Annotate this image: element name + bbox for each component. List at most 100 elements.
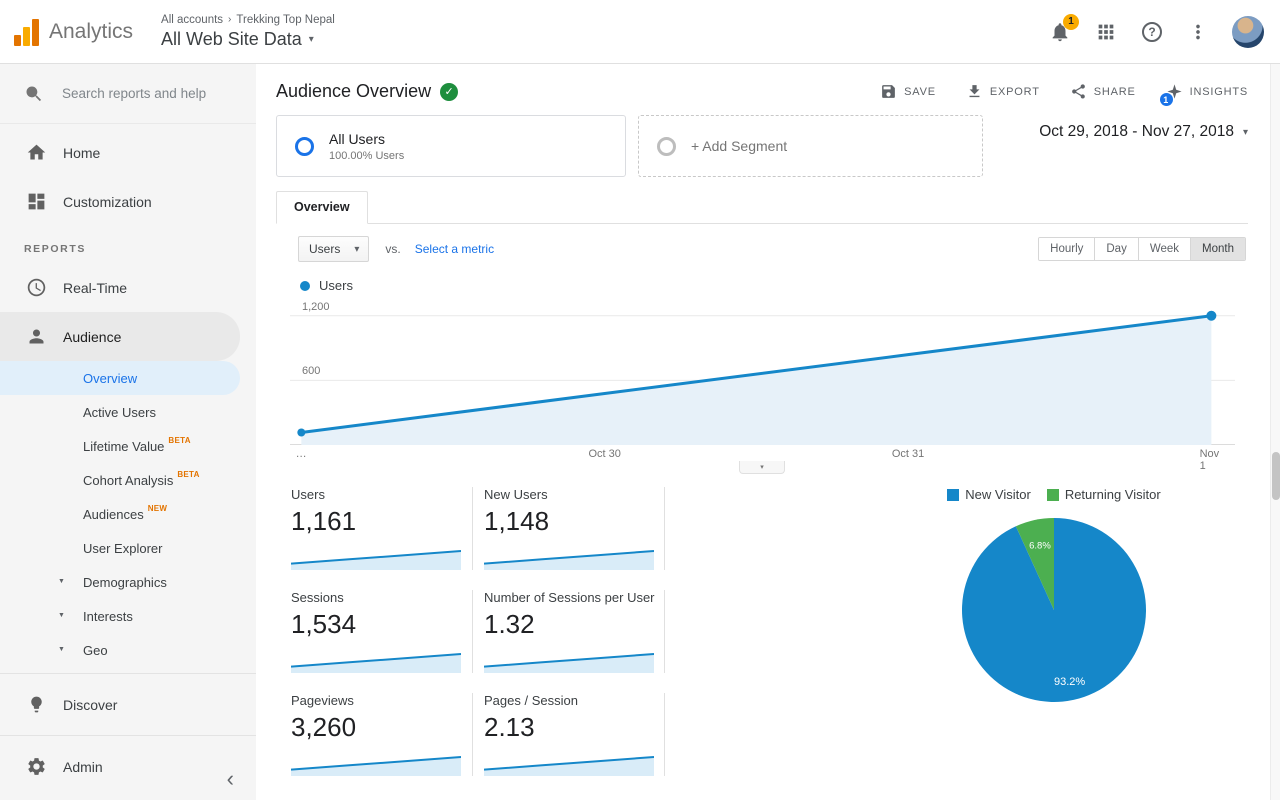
metric-card-users[interactable]: Users 1,161 <box>291 487 472 570</box>
legend-square-icon <box>947 488 960 501</box>
sidebar-divider <box>0 735 256 736</box>
insights-sparkle-icon: 1 <box>1159 83 1183 106</box>
report-tabbar: Overview <box>276 191 1248 224</box>
pie-legend: New Visitor Returning Visitor <box>947 487 1161 502</box>
analytics-logo-icon[interactable] <box>14 18 39 46</box>
sidebar-search[interactable] <box>0 64 256 124</box>
expand-arrow-icon: ▼ <box>58 612 65 619</box>
share-icon <box>1070 83 1087 100</box>
sidebar-item-discover[interactable]: Discover <box>0 680 256 729</box>
export-button[interactable]: EXPORT <box>966 83 1040 100</box>
metric-card-pages-per-session[interactable]: Pages / Session 2.13 <box>473 693 664 776</box>
sidebar-item-customization[interactable]: Customization <box>0 177 256 226</box>
sidebar-item-demographics[interactable]: ▼ Demographics <box>0 565 256 599</box>
scrollbar-thumb[interactable] <box>1272 452 1280 500</box>
main-content: Audience Overview ✓ SAVE EXPORT SHARE 1 <box>256 64 1270 800</box>
tab-overview[interactable]: Overview <box>276 191 368 224</box>
sidebar-item-overview[interactable]: Overview <box>0 361 240 395</box>
beta-badge: BETA <box>177 470 200 479</box>
metric-card-pageviews[interactable]: Pageviews 3,260 <box>291 693 472 776</box>
scrollbar-track[interactable] <box>1270 64 1280 800</box>
help-icon[interactable]: ? <box>1140 20 1164 44</box>
download-icon <box>966 83 983 100</box>
expand-arrow-icon: ▼ <box>58 646 65 653</box>
new-badge: NEW <box>147 504 168 513</box>
date-range-picker[interactable]: Oct 29, 2018 - Nov 27, 2018 ▾ <box>1039 115 1248 141</box>
sidebar-item-user-explorer[interactable]: User Explorer <box>0 531 256 565</box>
metric-sparkline <box>291 756 461 776</box>
granularity-week-button[interactable]: Week <box>1137 238 1191 260</box>
svg-text:6.8%: 6.8% <box>1029 540 1051 551</box>
sidebar-item-audiences[interactable]: Audiences NEW <box>0 497 256 531</box>
visitor-pie-chart[interactable]: 93.2% 6.8% <box>959 515 1149 705</box>
insights-badge: 1 <box>1159 93 1173 106</box>
segment-all-users[interactable]: All Users 100.00% Users <box>276 115 626 177</box>
users-line-chart[interactable]: 1,200 600 <box>290 301 1235 445</box>
insights-button[interactable]: 1 INSIGHTS <box>1159 83 1248 106</box>
metric-card-sessions-per-user[interactable]: Number of Sessions per User 1.32 <box>473 590 664 673</box>
page-title: Audience Overview ✓ <box>276 81 459 102</box>
sidebar-item-geo[interactable]: ▼ Geo <box>0 633 256 667</box>
x-axis-labels: … Oct 30 Oct 31 Nov 1 <box>290 448 1235 472</box>
x-axis-tick: … <box>295 448 307 460</box>
caret-down-icon: ▾ <box>354 243 360 255</box>
sidebar-item-active-users[interactable]: Active Users <box>0 395 256 429</box>
granularity-group: Hourly Day Week Month <box>1038 237 1246 261</box>
customization-icon <box>26 191 47 212</box>
metric-dropdown[interactable]: Users ▾ <box>298 236 370 262</box>
sidebar-item-interests[interactable]: ▼ Interests <box>0 599 256 633</box>
vs-label: vs. <box>385 242 401 256</box>
sidebar-item-cohort-analysis[interactable]: Cohort Analysis BETA <box>0 463 256 497</box>
y-axis-tick: 1,200 <box>302 301 330 313</box>
account-breadcrumb[interactable]: All accounts › Trekking Top Nepal All We… <box>161 14 335 50</box>
sidebar-item-lifetime-value[interactable]: Lifetime Value BETA <box>0 429 256 463</box>
metric-sparkline <box>484 756 654 776</box>
add-segment-ring-icon <box>657 136 676 156</box>
property-selector[interactable]: All Web Site Data ▾ <box>161 29 335 50</box>
svg-text:93.2%: 93.2% <box>1054 676 1085 688</box>
granularity-hourly-button[interactable]: Hourly <box>1039 238 1095 260</box>
notifications-bell-icon[interactable]: 1 <box>1048 13 1079 44</box>
sidebar-item-realtime[interactable]: Real-Time <box>0 263 256 312</box>
select-metric-link[interactable]: Select a metric <box>415 242 494 256</box>
caret-down-icon: ▾ <box>760 464 764 471</box>
beta-badge: BETA <box>168 436 191 445</box>
sidebar-item-admin[interactable]: Admin <box>0 742 256 791</box>
sidebar-item-home[interactable]: Home <box>0 128 256 177</box>
granularity-month-button[interactable]: Month <box>1190 238 1245 260</box>
y-axis-tick: 600 <box>302 365 321 377</box>
metrics-grid: Users 1,161 New Users 1,148 Sessions 1,5… <box>291 487 696 796</box>
sidebar-collapse-chevron-icon[interactable]: ‹ <box>227 768 234 790</box>
home-icon <box>26 142 47 163</box>
segment-detail: 100.00% Users <box>329 149 405 162</box>
metric-sparkline <box>484 550 654 570</box>
sidebar-item-audience[interactable]: Audience <box>0 312 240 361</box>
search-input[interactable] <box>62 86 240 101</box>
breadcrumb-account[interactable]: Trekking Top Nepal <box>236 14 334 26</box>
metric-card-new-users[interactable]: New Users 1,148 <box>473 487 664 570</box>
save-button[interactable]: SAVE <box>880 83 936 100</box>
x-axis-tick: Oct 30 <box>588 448 621 460</box>
top-app-bar: Analytics All accounts › Trekking Top Ne… <box>0 0 1280 64</box>
granularity-day-button[interactable]: Day <box>1094 238 1138 260</box>
metric-sparkline <box>291 550 461 570</box>
legend-returning-visitor: Returning Visitor <box>1046 487 1161 502</box>
user-avatar[interactable] <box>1232 15 1264 48</box>
x-axis-tick: Nov 1 <box>1199 448 1220 472</box>
metric-card-sessions[interactable]: Sessions 1,534 <box>291 590 472 673</box>
sidebar: Home Customization REPORTS Real-Time Aud… <box>0 64 256 800</box>
brand-name: Analytics <box>49 19 134 43</box>
expand-arrow-icon: ▼ <box>58 578 65 585</box>
more-menu-icon[interactable] <box>1186 20 1210 44</box>
metric-sparkline <box>291 653 461 673</box>
share-button[interactable]: SHARE <box>1070 83 1136 100</box>
reports-section-heading: REPORTS <box>24 243 86 255</box>
notification-badge: 1 <box>1063 13 1079 30</box>
metric-sparkline <box>484 653 654 673</box>
add-segment-button[interactable]: + Add Segment <box>638 115 983 177</box>
gear-icon <box>26 756 47 777</box>
sidebar-divider <box>0 673 256 674</box>
breadcrumb-all-accounts[interactable]: All accounts <box>161 14 223 26</box>
legend-square-icon <box>1046 488 1059 501</box>
apps-grid-icon[interactable] <box>1094 20 1118 44</box>
